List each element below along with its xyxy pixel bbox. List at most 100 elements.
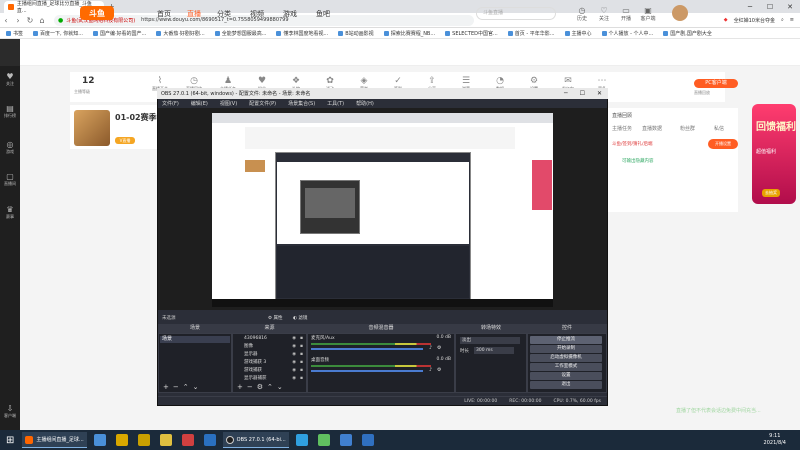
start-recording-button[interactable]: 开始录制 [530, 345, 602, 353]
taskbar-game-icon[interactable] [115, 434, 128, 446]
gear-icon[interactable]: ⚙ [437, 367, 441, 373]
source-item[interactable]: 显示器捕获 ◉ ▪ [234, 375, 304, 382]
maximize-icon[interactable]: ☐ [760, 0, 780, 13]
taskbar-app-obs[interactable]: OBS 27.0.1 (64-bi... [222, 432, 289, 448]
system-clock[interactable]: 9:11 2021/8/4 [764, 433, 800, 447]
hot-search-text[interactable]: 全红婵10米台夺金 [734, 17, 775, 24]
bookmark-item[interactable]: 百度一下, 你就知... [33, 30, 83, 37]
remove-icon[interactable]: − [173, 383, 179, 391]
bookmark-item[interactable]: 国产剧,国产剧大全 [663, 30, 712, 37]
scene-item[interactable]: 场景 [160, 336, 230, 343]
right-link[interactable]: 可输出隐藏内容 [622, 158, 654, 164]
header-client[interactable]: ▣ 客户端 [638, 6, 658, 22]
bookmark-item[interactable]: SELECTED中国官... [445, 30, 498, 37]
taskbar-app-browser[interactable]: 主播组间直播_足球... [22, 432, 87, 448]
add-icon[interactable]: + [163, 383, 169, 391]
user-avatar[interactable] [672, 5, 688, 21]
lock-icon[interactable]: ▪ [300, 351, 303, 358]
sidebar-item-rank[interactable]: ▤ 排行榜 [0, 104, 20, 119]
sidebar-item-follow[interactable]: ♥ 关注 [0, 72, 20, 87]
back-icon[interactable]: ‹ [0, 14, 12, 26]
sidebar-item-client[interactable]: ⇩ 客户端 [0, 404, 20, 419]
header-broadcast[interactable]: ▭ 开播 [616, 6, 636, 22]
visibility-icon[interactable]: ◉ [292, 351, 296, 358]
bookmark-item[interactable]: 大番茄·好剧好剧... [156, 30, 205, 37]
source-item[interactable]: 43096816 ◉ ▪ [234, 335, 304, 342]
bookmark-item[interactable]: 首页 - 平年华影... [507, 30, 555, 37]
gear-icon[interactable]: ⚙ [257, 383, 263, 391]
bookmark-item[interactable]: 全能梦想国服最高... [214, 30, 266, 37]
nav-fishbar[interactable]: 鱼吧 [316, 9, 330, 19]
properties-button[interactable]: ⚙ 属性 [268, 315, 282, 321]
down-icon[interactable]: ⌄ [193, 383, 199, 391]
close-icon[interactable]: ✕ [780, 0, 800, 13]
obs-menu-item[interactable]: 视图(V) [220, 100, 237, 107]
sidebar-item-game[interactable]: ◎ 游戏 [0, 140, 20, 155]
lock-icon[interactable]: ▪ [300, 343, 303, 350]
right-tab-task[interactable]: 主播任务 [612, 125, 632, 132]
exit-button[interactable]: 退出 [530, 381, 602, 389]
gear-icon[interactable]: ⚙ [437, 345, 441, 351]
sidebar-item-match[interactable]: ♛ 赛事 [0, 205, 20, 220]
studio-mode-button[interactable]: 工作室模式 [530, 363, 602, 371]
lock-icon[interactable]: ▪ [300, 367, 303, 374]
obs-menu-item[interactable]: 场景集合(S) [288, 100, 315, 107]
visibility-icon[interactable]: ◉ [292, 367, 296, 374]
source-item[interactable]: 显示器 ◉ ▪ [234, 351, 304, 358]
bookmark-item[interactable]: 书签 [6, 30, 23, 37]
obs-titlebar[interactable]: OBS 27.0.1 (64-bit, windows) - 配置文件: 未命名… [157, 88, 608, 99]
source-item[interactable]: 图像 ◉ ▪ [234, 343, 304, 350]
taskbar-mail-icon[interactable] [361, 434, 374, 446]
menu-icon[interactable]: ≡ [790, 17, 794, 23]
taskbar-music-icon[interactable] [181, 434, 194, 446]
address-bar[interactable]: ● 斗鱼(武汉鱼网络科技有限公司) https://www.douyu.com/… [54, 14, 474, 26]
lottery-banner[interactable]: 回馈福利 超值福利 去抽奖 [752, 104, 796, 204]
nav-category[interactable]: 分类 [217, 9, 231, 19]
obs-close-icon[interactable]: ✕ [597, 90, 602, 97]
lock-icon[interactable]: ▪ [300, 335, 303, 342]
taskbar-chat-icon[interactable] [295, 434, 308, 446]
header-follow[interactable]: ♡ 关注 [594, 6, 614, 22]
douyu-search-input[interactable]: 斗鱼直播 [476, 7, 556, 20]
search-icon[interactable]: ⌕ [781, 17, 784, 23]
obs-maximize-icon[interactable]: ☐ [580, 90, 585, 97]
lock-icon[interactable]: ▪ [300, 359, 303, 366]
taskbar-ie-icon[interactable] [93, 434, 106, 446]
add-icon[interactable]: + [237, 383, 243, 391]
filters-button[interactable]: ◐ 滤镜 [293, 315, 307, 321]
bookmark-item[interactable]: 懂李林国度地看视... [276, 30, 328, 37]
bookmark-item[interactable]: B站动画影视 [338, 30, 374, 37]
source-item[interactable]: 游戏捕获 ◉ ▪ [234, 367, 304, 374]
windows-start-icon[interactable]: ⊞ [6, 435, 14, 446]
mixer-volume-slider[interactable] [311, 348, 423, 350]
transition-select[interactable]: 淡出 [460, 337, 520, 344]
stream-settings-button[interactable]: 开播设置 [708, 139, 738, 149]
taskbar-app-icon[interactable] [339, 434, 352, 446]
douyu-logo[interactable]: 斗鱼 [80, 6, 114, 20]
obs-menu-item[interactable]: 配置文件(P) [249, 100, 276, 107]
obs-minimize-icon[interactable]: ─ [564, 90, 568, 97]
obs-menu-item[interactable]: 工具(T) [327, 100, 344, 107]
sidebar-item-room[interactable]: ▢ 直播间 [0, 172, 20, 187]
minimize-icon[interactable]: ─ [740, 0, 760, 13]
source-item[interactable]: 游戏捕获 3 ◉ ▪ [234, 359, 304, 366]
nav-live[interactable]: 直播 [187, 9, 201, 19]
speaker-icon[interactable]: ♪ [429, 367, 432, 373]
nav-home[interactable]: 首页 [157, 9, 171, 19]
visibility-icon[interactable]: ◉ [292, 343, 296, 350]
down-icon[interactable]: ⌄ [277, 383, 283, 391]
right-tab-msg[interactable]: 私信 [714, 125, 724, 132]
lottery-button[interactable]: 去抽奖 [762, 189, 780, 197]
stop-streaming-button[interactable]: 停止推流 [530, 336, 602, 344]
nav-video[interactable]: 视频 [250, 9, 264, 19]
header-history[interactable]: ◷ 历史 [572, 6, 592, 22]
taskbar-steam-icon[interactable] [203, 434, 216, 446]
bookmark-item[interactable]: 个人播放 - 个人中... [601, 30, 653, 37]
remove-icon[interactable]: − [247, 383, 253, 391]
pc-sub-label[interactable]: 直播回放 [694, 90, 710, 96]
visibility-icon[interactable]: ◉ [292, 375, 296, 382]
home-icon[interactable]: ⌂ [36, 14, 48, 26]
taskbar-folder-icon[interactable] [159, 434, 172, 446]
forward-icon[interactable]: › [12, 14, 24, 26]
visibility-icon[interactable]: ◉ [292, 359, 296, 366]
